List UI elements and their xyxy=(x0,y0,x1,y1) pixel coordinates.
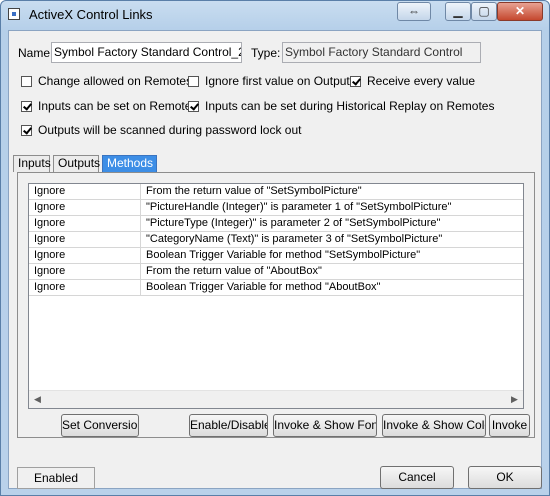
method-action: Ignore xyxy=(29,216,141,231)
checkbox-box xyxy=(350,75,361,87)
ignore-first-checkbox[interactable]: Ignore first value on Outputs xyxy=(188,74,356,88)
inputs-set-replay-checkbox[interactable]: Inputs can be set during Historical Repl… xyxy=(188,99,494,113)
table-row[interactable]: Ignore From the return value of "AboutBo… xyxy=(29,264,523,280)
checkbox-label: Inputs can be set on Remotes xyxy=(38,99,198,113)
method-action: Ignore xyxy=(29,264,141,279)
checkbox-label: Inputs can be set during Historical Repl… xyxy=(205,99,495,113)
tab-outputs[interactable]: Outputs xyxy=(53,155,100,172)
checkbox-label: Ignore first value on Outputs xyxy=(205,74,356,88)
invoke-show-font-button[interactable]: Invoke & Show Font xyxy=(273,414,377,437)
maximize-icon[interactable]: ▢ xyxy=(471,2,497,21)
table-row[interactable]: Ignore Boolean Trigger Variable for meth… xyxy=(29,280,523,296)
table-row[interactable]: Ignore From the return value of "SetSymb… xyxy=(29,184,523,200)
horizontal-scrollbar[interactable]: ◀ ▶ xyxy=(29,390,523,408)
outputs-scanned-checkbox[interactable]: Outputs will be scanned during password … xyxy=(21,123,301,137)
checkbox-label: Receive every value xyxy=(367,74,476,88)
invoke-button[interactable]: Invoke xyxy=(489,414,530,437)
close-icon[interactable]: ✕ xyxy=(497,2,543,21)
checkbox-box xyxy=(21,100,32,112)
method-description: Boolean Trigger Variable for method "Abo… xyxy=(146,281,381,293)
methods-list[interactable]: Ignore From the return value of "SetSymb… xyxy=(28,183,524,409)
checkbox-label: Outputs will be scanned during password … xyxy=(38,123,302,137)
type-label: Type: xyxy=(251,46,281,60)
checkbox-box xyxy=(21,75,32,87)
enable-disable-button[interactable]: Enable/Disable xyxy=(189,414,268,437)
checkbox-box xyxy=(21,124,32,136)
method-description: "CategoryName (Text)" is parameter 3 of … xyxy=(146,233,443,245)
checkbox-box xyxy=(188,100,199,112)
method-description: Boolean Trigger Variable for method "Set… xyxy=(146,249,421,261)
method-description: From the return value of "SetSymbolPictu… xyxy=(146,185,362,197)
name-label: Name: xyxy=(18,46,54,60)
app-icon xyxy=(8,8,20,20)
table-row[interactable]: Ignore "PictureHandle (Integer)" is para… xyxy=(29,200,523,216)
tab-inputs[interactable]: Inputs xyxy=(13,155,51,172)
method-action: Ignore xyxy=(29,248,141,263)
title-bar[interactable]: ActiveX Control Links ⇔ ▁ ▢ ✕ xyxy=(1,1,549,29)
table-row[interactable]: Ignore "CategoryName (Text)" is paramete… xyxy=(29,232,523,248)
tab-methods[interactable]: Methods xyxy=(102,155,157,172)
method-action: Ignore xyxy=(29,232,141,247)
method-description: "PictureHandle (Integer)" is parameter 1… xyxy=(146,201,452,213)
ok-button[interactable]: OK xyxy=(468,466,542,489)
table-row[interactable]: Ignore "PictureType (Integer)" is parame… xyxy=(29,216,523,232)
checkbox-label: Change allowed on Remotes xyxy=(38,74,193,88)
method-description: From the return value of "AboutBox" xyxy=(146,265,322,277)
swap-icon[interactable]: ⇔ xyxy=(397,2,431,21)
dialog-window: ActiveX Control Links ⇔ ▁ ▢ ✕ Name: Symb… xyxy=(0,0,550,496)
dialog-body: Name: Symbol Factory Standard Control_22… xyxy=(8,30,542,489)
scroll-left-icon[interactable]: ◀ xyxy=(29,391,46,407)
method-action: Ignore xyxy=(29,200,141,215)
invoke-show-color-button[interactable]: Invoke & Show Color xyxy=(382,414,486,437)
status-indicator: Enabled xyxy=(17,467,95,489)
method-action: Ignore xyxy=(29,280,141,295)
method-action: Ignore xyxy=(29,184,141,199)
name-field[interactable]: Symbol Factory Standard Control_22 xyxy=(51,42,242,63)
table-row[interactable]: Ignore Boolean Trigger Variable for meth… xyxy=(29,248,523,264)
checkbox-box xyxy=(188,75,199,87)
methods-panel: Ignore From the return value of "SetSymb… xyxy=(17,172,535,438)
scroll-right-icon[interactable]: ▶ xyxy=(506,391,523,407)
type-field: Symbol Factory Standard Control xyxy=(282,42,481,63)
minimize-icon[interactable]: ▁ xyxy=(445,2,471,21)
inputs-set-remotes-checkbox[interactable]: Inputs can be set on Remotes xyxy=(21,99,197,113)
window-title: ActiveX Control Links xyxy=(29,7,153,22)
change-allowed-checkbox[interactable]: Change allowed on Remotes xyxy=(21,74,192,88)
method-description: "PictureType (Integer)" is parameter 2 o… xyxy=(146,217,441,229)
set-conversion-button[interactable]: Set Conversion xyxy=(61,414,139,437)
receive-every-checkbox[interactable]: Receive every value xyxy=(350,74,475,88)
cancel-button[interactable]: Cancel xyxy=(380,466,454,489)
